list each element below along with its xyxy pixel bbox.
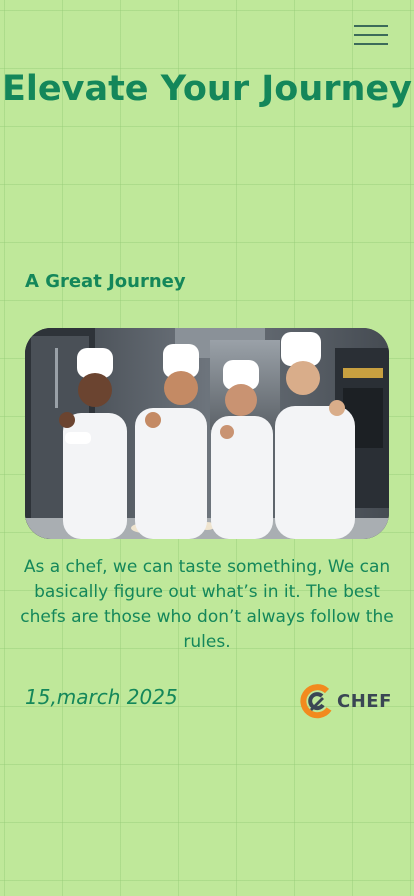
chef-brand-logo: CHEF — [298, 683, 392, 719]
chefs-photo — [25, 328, 389, 539]
chef-quote: As a chef, we can taste something, We ca… — [20, 557, 394, 652]
hamburger-menu-icon — [354, 25, 388, 27]
page-title: Elevate Your Journey — [2, 69, 412, 109]
menu-button[interactable] — [354, 24, 388, 46]
brand-name: CHEF — [337, 690, 392, 712]
section-heading: A Great Journey — [25, 271, 186, 292]
post-date: 15,march 2025 — [25, 685, 178, 709]
chef-logo-icon — [300, 684, 332, 719]
